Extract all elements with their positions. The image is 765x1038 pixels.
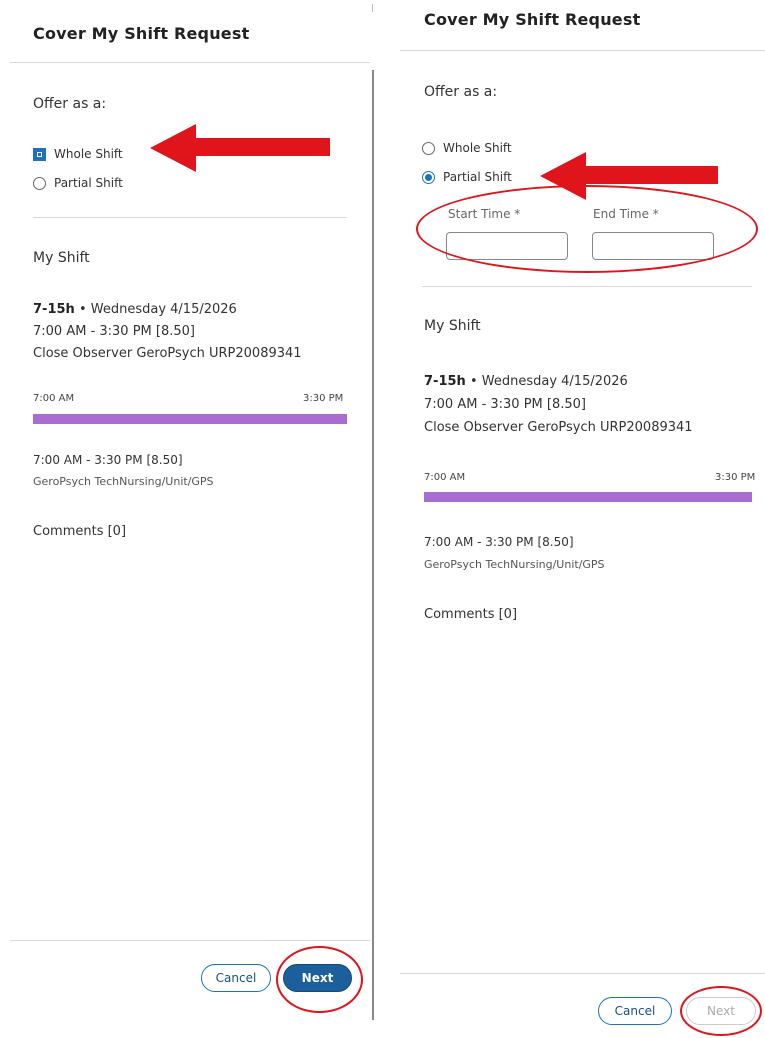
annotation-circle-next [276, 946, 363, 1013]
annotation-circle-next [680, 986, 762, 1036]
header-divider [10, 62, 370, 63]
right-panel: Cover My Shift Request Offer as a: Whole… [400, 0, 765, 1038]
option-label: Whole Shift [443, 141, 512, 155]
option-partial-shift[interactable]: Partial Shift [33, 176, 123, 190]
shift-timeline-bar [33, 414, 347, 424]
my-shift-heading: My Shift [424, 318, 481, 334]
option-whole-shift[interactable]: Whole Shift [422, 141, 512, 155]
divider-tick [372, 4, 373, 12]
section-divider [33, 217, 347, 218]
shift-time: 7:00 AM - 3:30 PM [8.50] [33, 324, 195, 339]
footer-divider [400, 973, 765, 974]
option-label: Whole Shift [54, 147, 123, 161]
detail-unit: GeroPsych TechNursing/Unit/GPS [424, 558, 605, 571]
shift-summary: 7-15h • Wednesday 4/15/2026 [33, 302, 237, 317]
cancel-button[interactable]: Cancel [598, 997, 672, 1025]
shift-position: Close Observer GeroPsych URP20089341 [33, 346, 302, 361]
detail-time: 7:00 AM - 3:30 PM [8.50] [33, 453, 183, 467]
radio-selected-icon[interactable] [422, 170, 435, 184]
option-label: Partial Shift [54, 176, 123, 190]
radio-unselected-icon[interactable] [422, 141, 435, 155]
timeline-end-label: 3:30 PM [303, 393, 344, 404]
offer-as-label: Offer as a: [424, 84, 498, 100]
footer-divider [10, 940, 370, 941]
section-divider [422, 286, 752, 287]
annotation-arrow-icon [540, 152, 718, 200]
shift-timeline-bar [424, 492, 752, 502]
shift-time: 7:00 AM - 3:30 PM [8.50] [424, 397, 586, 412]
annotation-arrow-icon [150, 124, 330, 172]
detail-unit: GeroPsych TechNursing/Unit/GPS [33, 475, 214, 488]
my-shift-heading: My Shift [33, 250, 90, 266]
comments-link[interactable]: Comments [0] [424, 607, 517, 622]
option-partial-shift[interactable]: Partial Shift [422, 170, 512, 184]
checkbox-checked-icon[interactable] [33, 147, 46, 161]
bullet: • [469, 374, 478, 389]
shift-date: Wednesday 4/15/2026 [90, 302, 237, 317]
dialog-title: Cover My Shift Request [424, 10, 641, 29]
offer-as-label: Offer as a: [33, 96, 107, 112]
shift-code: 7-15h [33, 302, 75, 317]
detail-time: 7:00 AM - 3:30 PM [8.50] [424, 535, 574, 549]
shift-code: 7-15h [424, 374, 466, 389]
timeline-start-label: 7:00 AM [424, 472, 466, 483]
shift-position: Close Observer GeroPsych URP20089341 [424, 420, 693, 435]
option-label: Partial Shift [443, 170, 512, 184]
cancel-button[interactable]: Cancel [201, 964, 271, 992]
shift-date: Wednesday 4/15/2026 [481, 374, 628, 389]
panel-divider [372, 70, 374, 1020]
bullet: • [78, 302, 87, 317]
timeline-end-label: 3:30 PM [715, 472, 756, 483]
shift-summary: 7-15h • Wednesday 4/15/2026 [424, 374, 628, 389]
option-whole-shift[interactable]: Whole Shift [33, 147, 123, 161]
comments-link[interactable]: Comments [0] [33, 524, 126, 539]
dialog-title: Cover My Shift Request [33, 24, 250, 43]
radio-unselected-icon[interactable] [33, 176, 46, 190]
timeline-start-label: 7:00 AM [33, 393, 75, 404]
header-divider [400, 50, 765, 51]
left-panel: Cover My Shift Request Offer as a: Whole… [0, 0, 370, 1038]
